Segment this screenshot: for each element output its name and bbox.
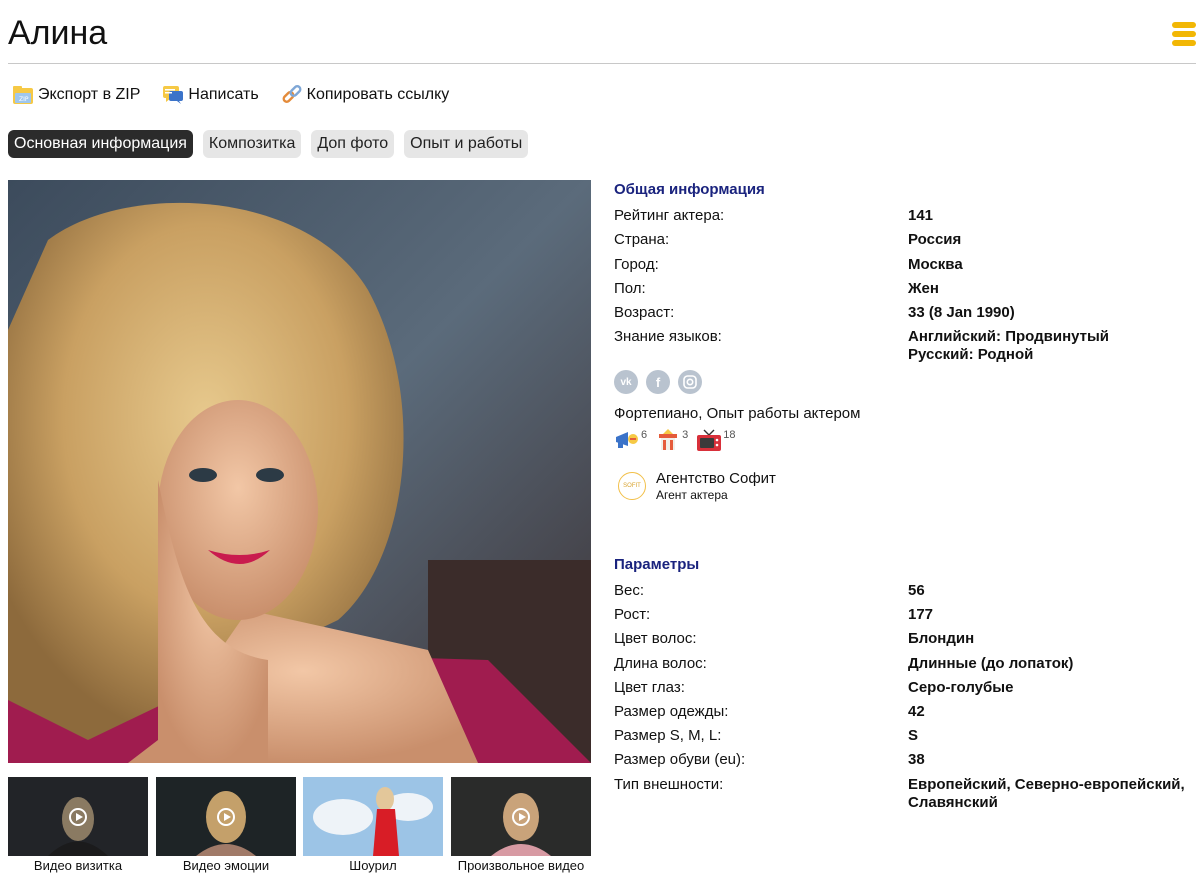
param-label: Тип внешности: bbox=[614, 776, 724, 793]
action-bar: ZIP Экспорт в ZIP Написать Копировать сс… bbox=[12, 82, 471, 108]
badge-count: 3 bbox=[682, 429, 689, 441]
params-title: Параметры bbox=[614, 556, 700, 573]
tab-main-info[interactable]: Основная информация bbox=[8, 130, 193, 158]
advertising-badge[interactable]: 6 bbox=[614, 428, 647, 452]
video-card-emotions[interactable]: Видео эмоции bbox=[156, 777, 296, 873]
theater-icon bbox=[655, 428, 681, 452]
advertising-icon bbox=[614, 428, 640, 452]
param-label: Вес: bbox=[614, 582, 645, 599]
param-value: Серо-голубые bbox=[908, 679, 1014, 696]
instagram-icon[interactable] bbox=[678, 370, 702, 394]
param-value: Европейский, Северно-европейский, bbox=[908, 776, 1185, 793]
info-label: Возраст: bbox=[614, 304, 675, 321]
tv-badge[interactable]: 18 bbox=[696, 428, 736, 452]
link-icon bbox=[281, 84, 303, 106]
info-label: Рейтинг актера: bbox=[614, 207, 725, 224]
agency-block[interactable]: SOFIT Агентство Софит Агент актера bbox=[618, 470, 776, 502]
param-value: 56 bbox=[908, 582, 925, 599]
play-icon bbox=[512, 808, 530, 826]
info-label: Пол: bbox=[614, 280, 646, 297]
tab-extra-photos[interactable]: Доп фото bbox=[311, 130, 395, 158]
message-icon bbox=[162, 84, 184, 106]
menu-icon[interactable] bbox=[1172, 22, 1196, 46]
video-caption: Видео эмоции bbox=[182, 858, 270, 873]
param-label: Размер одежды: bbox=[614, 703, 729, 720]
info-label: Город: bbox=[614, 256, 659, 273]
video-caption: Шоурил bbox=[349, 858, 397, 873]
copy-link-button[interactable]: Копировать ссылку bbox=[281, 84, 450, 106]
param-label: Размер S, M, L: bbox=[614, 727, 722, 744]
social-links: vk f bbox=[614, 370, 710, 394]
badge-count: 6 bbox=[641, 429, 648, 441]
skills-text: Фортепиано, Опыт работы актером bbox=[614, 405, 861, 422]
agency-name: Агентство Софит bbox=[656, 470, 776, 487]
param-label: Размер обуви (eu): bbox=[614, 751, 746, 768]
main-photo[interactable] bbox=[8, 180, 591, 763]
video-caption: Видео визитка bbox=[33, 858, 123, 873]
page-header: Алина bbox=[8, 0, 1196, 64]
video-caption: Произвольное видео bbox=[457, 858, 585, 873]
video-card-intro[interactable]: Видео визитка bbox=[8, 777, 148, 873]
param-value: 42 bbox=[908, 703, 925, 720]
svg-text:ZIP: ZIP bbox=[19, 96, 29, 103]
theater-badge[interactable]: 3 bbox=[655, 428, 688, 452]
page-title: Алина bbox=[8, 14, 108, 52]
vk-icon[interactable]: vk bbox=[614, 370, 638, 394]
param-value: Длинные (до лопаток) bbox=[908, 655, 1074, 672]
export-zip-label: Экспорт в ZIP bbox=[38, 86, 141, 103]
param-value: 177 bbox=[908, 606, 934, 623]
param-label: Длина волос: bbox=[614, 655, 707, 672]
info-value: Россия bbox=[908, 231, 962, 248]
info-value: Москва bbox=[908, 256, 963, 273]
zip-folder-icon: ZIP bbox=[12, 84, 34, 106]
param-value: 38 bbox=[908, 751, 925, 768]
copy-link-label: Копировать ссылку bbox=[306, 86, 450, 103]
info-value: 141 bbox=[908, 207, 934, 224]
video-card-custom[interactable]: Произвольное видео bbox=[451, 777, 591, 873]
info-value: Английский: Продвинутый bbox=[908, 328, 1110, 345]
export-zip-button[interactable]: ZIP Экспорт в ZIP bbox=[12, 84, 140, 106]
param-label: Рост: bbox=[614, 606, 651, 623]
param-label: Цвет глаз: bbox=[614, 679, 685, 696]
write-message-label: Написать bbox=[188, 86, 259, 103]
info-value: Жен bbox=[908, 280, 939, 297]
facebook-icon[interactable]: f bbox=[646, 370, 670, 394]
info-value: Русский: Родной bbox=[908, 346, 1034, 363]
param-value: S bbox=[908, 727, 919, 744]
tv-icon bbox=[696, 428, 722, 452]
general-info-title: Общая информация bbox=[614, 181, 765, 198]
info-label: Страна: bbox=[614, 231, 670, 248]
experience-badges: 6 3 18 bbox=[614, 428, 744, 452]
param-label: Цвет волос: bbox=[614, 630, 697, 647]
play-icon bbox=[217, 808, 235, 826]
badge-count: 18 bbox=[723, 429, 736, 441]
param-value: Блондин bbox=[908, 630, 975, 647]
play-icon bbox=[69, 808, 87, 826]
tab-composite[interactable]: Композитка bbox=[202, 130, 302, 158]
write-message-button[interactable]: Написать bbox=[162, 84, 259, 106]
param-value: Славянский bbox=[908, 794, 998, 811]
profile-tabs: Основная информация Композитка Доп фото … bbox=[8, 130, 538, 158]
agency-role: Агент актера bbox=[656, 488, 728, 502]
video-card-showreel[interactable]: Шоурил bbox=[303, 777, 443, 873]
tab-experience[interactable]: Опыт и работы bbox=[404, 130, 529, 158]
video-thumbnails: Видео визитка Видео эмоции Шоурил Произв… bbox=[8, 777, 591, 877]
agency-logo: SOFIT bbox=[618, 472, 646, 500]
info-label: Знание языков: bbox=[614, 328, 722, 345]
info-value: 33 (8 Jan 1990) bbox=[908, 304, 1015, 321]
